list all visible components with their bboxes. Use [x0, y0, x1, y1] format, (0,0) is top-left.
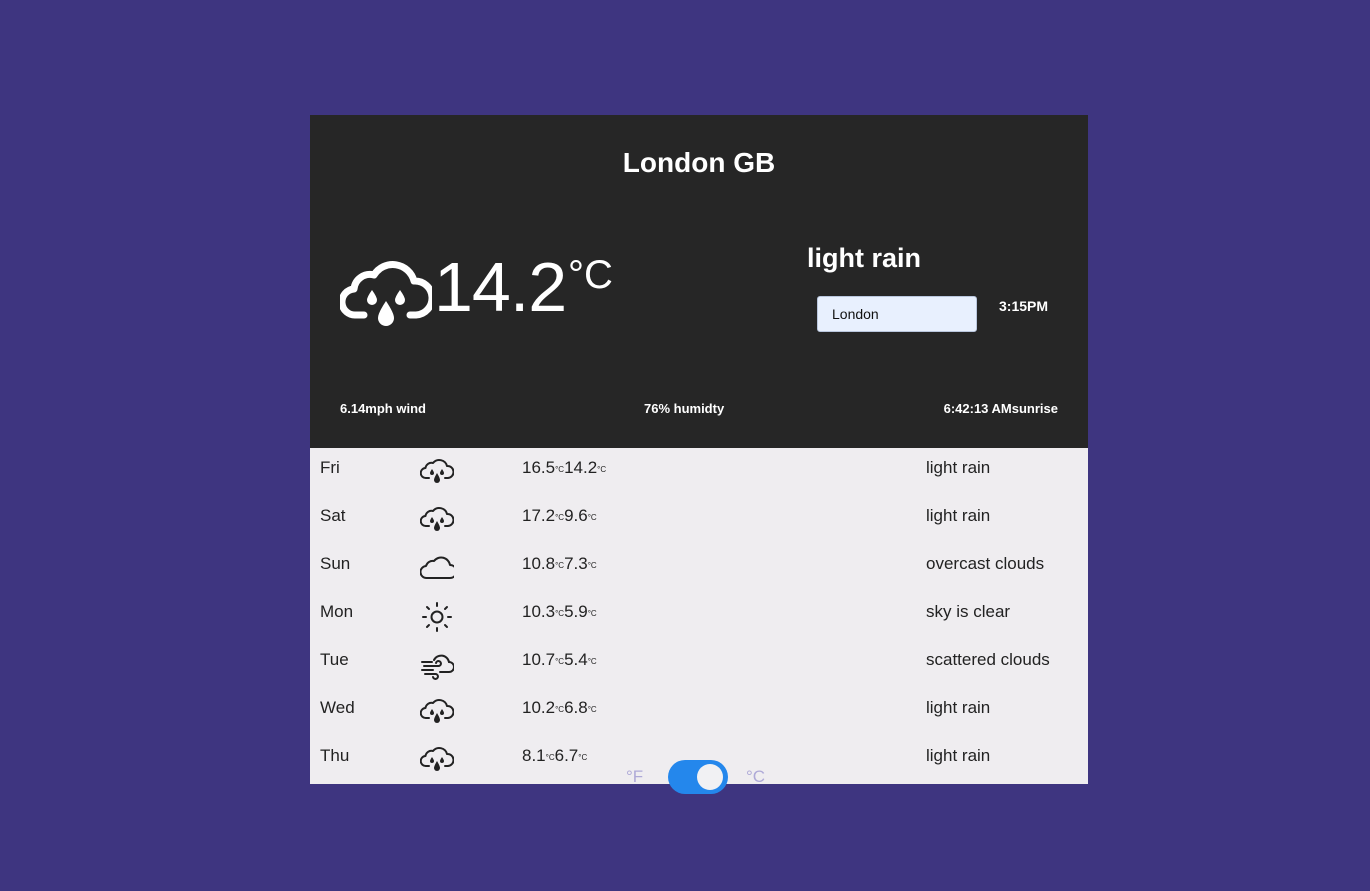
forecast-row: Fri 16.5°C14.2°C light rain	[310, 448, 1088, 496]
forecast-condition: light rain	[926, 506, 991, 525]
forecast-high: 8.1	[522, 746, 546, 765]
forecast-high: 10.2	[522, 698, 556, 717]
forecast-day: Thu	[320, 746, 350, 765]
cloud-rain-icon	[420, 507, 454, 531]
forecast-high: 10.7	[522, 650, 556, 669]
wind-stat: 6.14mph wind	[340, 401, 426, 416]
forecast-high-unit: °C	[555, 705, 565, 714]
forecast-day: Mon	[320, 602, 354, 621]
cloud-icon	[420, 556, 454, 579]
forecast-low-unit: °C	[587, 561, 597, 570]
toggle-knob[interactable]	[697, 764, 723, 790]
forecast-temps: 8.1°C6.7°C	[522, 746, 587, 766]
forecast-temps: 10.2°C6.8°C	[522, 698, 597, 718]
forecast-condition: light rain	[926, 458, 991, 477]
fahrenheit-label: °F	[626, 767, 644, 786]
forecast-row: Wed 10.2°C6.8°C light rain	[310, 688, 1088, 736]
forecast-low-unit: °C	[587, 513, 597, 522]
forecast-temps: 17.2°C9.6°C	[522, 506, 597, 526]
current-time: 3:15PM	[999, 298, 1049, 314]
forecast-list: Fri 16.5°C14.2°C light rain Sat 17.2°C9.6°C l…	[310, 448, 1088, 784]
forecast-temps: 10.8°C7.3°C	[522, 554, 597, 574]
forecast-day: Sun	[320, 554, 351, 573]
forecast-low: 7.3	[564, 554, 588, 573]
forecast-temps: 10.3°C5.9°C	[522, 602, 597, 622]
forecast-low: 6.7	[554, 746, 579, 765]
forecast-row: Tue 10.7°C5.4°C scattered clouds	[310, 640, 1088, 688]
celsius-label: °C	[746, 767, 766, 786]
forecast-low-unit: °C	[587, 609, 597, 618]
current-description: light rain	[807, 243, 921, 273]
forecast-condition: scattered clouds	[926, 650, 1050, 669]
forecast-low: 5.9	[564, 602, 588, 621]
weather-card: London GB 14.2 °C light rain 3:15PM 6.14…	[310, 115, 1088, 784]
current-weather-panel: London GB 14.2 °C light rain 3:15PM 6.14…	[310, 115, 1088, 448]
forecast-temps: 16.5°C14.2°C	[522, 458, 606, 478]
forecast-low: 9.6	[564, 506, 588, 525]
sunrise-stat: 6:42:13 AMsunrise	[943, 401, 1058, 416]
unit-toggle-switch[interactable]	[668, 760, 728, 794]
forecast-row: Sat 17.2°C9.6°C light rain	[310, 496, 1088, 544]
cloud-rain-icon	[420, 699, 454, 723]
forecast-low-unit: °C	[578, 753, 588, 762]
forecast-high: 16.5	[522, 458, 556, 477]
forecast-high: 17.2	[522, 506, 556, 525]
forecast-temps: 10.7°C5.4°C	[522, 650, 597, 670]
windy-cloud-icon	[421, 654, 454, 680]
forecast-low-unit: °C	[597, 465, 607, 474]
forecast-condition: light rain	[926, 698, 991, 717]
humidity-stat: 76% humidty	[644, 401, 725, 416]
sun-icon	[422, 602, 452, 632]
forecast-high-unit: °C	[555, 513, 565, 522]
forecast-condition: sky is clear	[926, 602, 1011, 621]
cloud-rain-icon	[420, 747, 454, 771]
unit-toggle-group: °F °C	[626, 760, 776, 796]
forecast-low: 14.2	[564, 458, 598, 477]
city-title: London GB	[622, 147, 776, 178]
current-temperature: 14.2	[434, 248, 567, 326]
forecast-high: 10.3	[522, 602, 556, 621]
forecast-day: Sat	[320, 506, 346, 525]
cloud-rain-icon	[340, 261, 432, 326]
cloud-rain-icon	[420, 459, 454, 483]
city-search-input[interactable]	[817, 296, 977, 332]
forecast-low-unit: °C	[587, 657, 597, 666]
forecast-low: 5.4	[564, 650, 588, 669]
forecast-high-unit: °C	[555, 561, 565, 570]
forecast-high-unit: °C	[545, 753, 555, 762]
forecast-day: Wed	[320, 698, 355, 717]
forecast-row: Mon 10.3°C5.9°C sky is clear	[310, 592, 1088, 640]
forecast-low-unit: °C	[587, 705, 597, 714]
current-temperature-unit: °C	[568, 253, 613, 297]
forecast-condition: overcast clouds	[926, 554, 1045, 573]
forecast-low: 6.8	[564, 698, 588, 717]
forecast-condition: light rain	[926, 746, 991, 765]
forecast-day: Fri	[320, 458, 340, 477]
forecast-high-unit: °C	[555, 465, 565, 474]
forecast-high-unit: °C	[555, 609, 565, 618]
forecast-day: Tue	[320, 650, 349, 669]
forecast-high: 10.8	[522, 554, 556, 573]
forecast-row: Sun 10.8°C7.3°C overcast clouds	[310, 544, 1088, 592]
forecast-high-unit: °C	[555, 657, 565, 666]
